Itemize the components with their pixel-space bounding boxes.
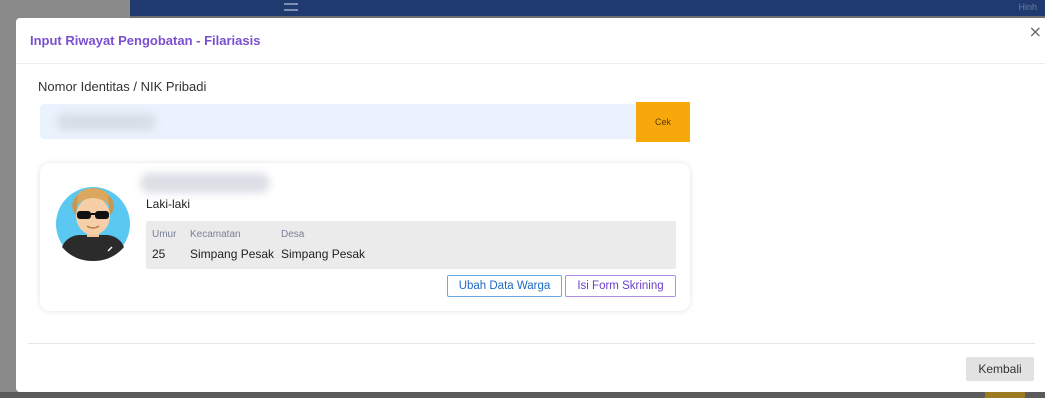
district-value: Simpang Pesak <box>190 247 275 261</box>
citizen-details: Umur 25 Kecamatan Simpang Pesak Desa Sim… <box>146 221 676 269</box>
nik-input[interactable] <box>40 104 636 139</box>
modal-header: Input Riwayat Pengobatan - Filariasis <box>16 18 1045 64</box>
back-button[interactable]: Kembali <box>966 357 1034 381</box>
edit-citizen-button[interactable]: Ubah Data Warga <box>447 275 562 297</box>
cek-button[interactable]: Cek <box>636 102 690 142</box>
citizen-name-redacted <box>140 173 270 193</box>
background-header: Hinh <box>130 0 1045 16</box>
village-column: Desa Simpang Pesak <box>281 229 365 261</box>
fill-screening-form-button[interactable]: Isi Form Skrining <box>565 275 676 297</box>
background-corner-text: Hinh <box>1018 2 1037 12</box>
avatar-icon <box>56 187 130 261</box>
village-value: Simpang Pesak <box>281 247 366 261</box>
gender-text: Laki-laki <box>146 197 191 211</box>
age-column: Umur 25 <box>152 229 176 261</box>
footer-divider <box>28 343 1035 344</box>
age-value: 25 <box>152 247 166 261</box>
treatment-history-modal: Input Riwayat Pengobatan - Filariasis × … <box>16 18 1045 392</box>
background-bottom-bar <box>0 392 1045 398</box>
citizen-profile-card: Laki-laki Umur 25 Kecamatan Simpang Pesa… <box>40 163 690 311</box>
modal-title: Input Riwayat Pengobatan - Filariasis <box>30 33 261 48</box>
district-label: Kecamatan <box>190 229 241 240</box>
nik-label: Nomor Identitas / NIK Pribadi <box>38 79 207 94</box>
background-bottom-accent <box>985 392 1025 398</box>
district-column: Kecamatan Simpang Pesak <box>190 229 274 261</box>
age-label: Umur <box>152 229 177 240</box>
hamburger-icon <box>284 3 298 11</box>
close-icon[interactable]: × <box>1029 24 1042 40</box>
village-label: Desa <box>281 229 305 240</box>
